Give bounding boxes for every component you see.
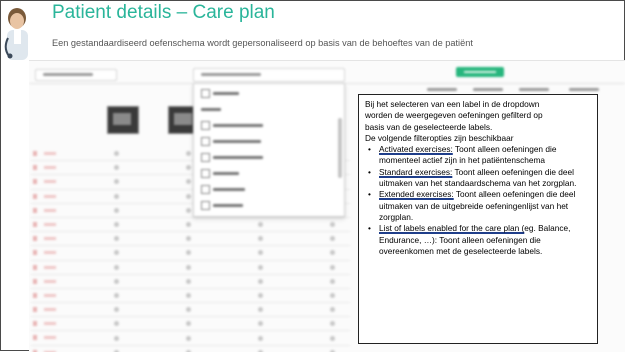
table-row (31, 274, 350, 289)
checkbox-icon[interactable] (201, 121, 210, 130)
page-title: Patient details – Care plan (52, 2, 275, 23)
filter-option-key: Extended exercises: (379, 189, 454, 200)
callout-intro-line: Bij het selecteren van een label in de d… (365, 99, 540, 109)
dropdown-option[interactable] (201, 89, 311, 98)
dropdown-option[interactable] (201, 201, 311, 210)
dropdown-option[interactable] (201, 121, 311, 130)
filter-option-item: Extended exercises: Toont alleen oefenin… (368, 189, 591, 223)
table-row (31, 288, 350, 304)
page-subtitle: Een gestandaardiseerd oefenschema wordt … (52, 38, 473, 48)
exercise-thumbnail (107, 106, 139, 134)
table-row (31, 245, 350, 261)
table-row (31, 231, 350, 247)
filter-option-list: Activated exercises: Toont alleen oefeni… (365, 144, 591, 257)
column-header (519, 88, 549, 91)
table-row (31, 316, 350, 332)
filter-field-text (43, 73, 93, 76)
table-row (31, 302, 350, 318)
table-row (31, 217, 350, 233)
dropdown-scrollbar[interactable] (338, 118, 342, 178)
column-header (569, 88, 599, 91)
filter-option-item: Activated exercises: Toont alleen oefeni… (368, 144, 591, 167)
table-row (31, 260, 350, 275)
filter-explanation-callout: Bij het selecteren van een label in de d… (358, 94, 598, 344)
filter-option-key: Standard exercises: (379, 166, 453, 177)
checkbox-icon[interactable] (201, 185, 210, 194)
column-header (473, 88, 503, 91)
filter-option-key: Activated exercises: (379, 144, 453, 155)
dropdown-option[interactable] (201, 169, 311, 178)
primary-action-button[interactable] (456, 67, 504, 77)
callout-intro-line: worden de weergegeven oefeningen gefilte… (365, 110, 543, 121)
checkbox-icon[interactable] (201, 153, 210, 162)
dropdown-option[interactable] (201, 105, 311, 114)
filter-option-item: Standard exercises: Toont alleen oefenin… (368, 166, 591, 190)
callout-intro-line: De volgende filteropties zijn beschikbaa… (365, 132, 514, 143)
table-row (31, 330, 350, 346)
checkbox-icon[interactable] (201, 137, 210, 146)
presenter-avatar-icon (4, 8, 28, 60)
label-dropdown-menu (193, 83, 345, 217)
filter-option-item: List of labels enabled for the care plan… (368, 223, 591, 257)
filter-option-key: List of labels enabled for the care plan… (379, 223, 525, 234)
checkbox-icon[interactable] (201, 89, 210, 98)
dropdown-option[interactable] (201, 137, 311, 146)
callout-intro-line: basis van de geselecteerde labels. (365, 121, 493, 132)
checkbox-icon[interactable] (201, 201, 210, 210)
checkbox-icon[interactable] (201, 169, 210, 178)
dropdown-option[interactable] (201, 153, 311, 162)
label-dropdown-text (201, 73, 261, 76)
column-header (427, 88, 457, 91)
dropdown-option[interactable] (201, 185, 311, 194)
